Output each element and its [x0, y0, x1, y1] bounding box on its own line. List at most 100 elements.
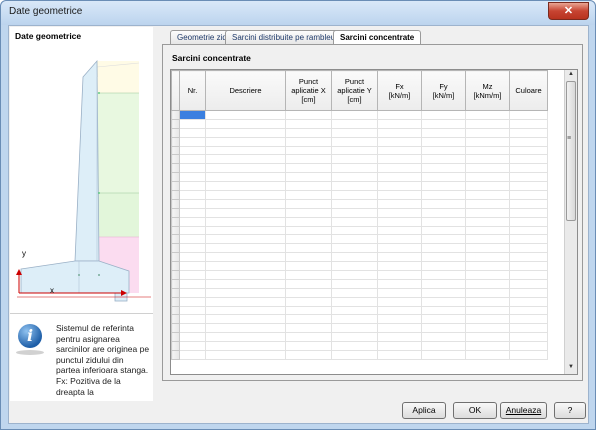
- grid-cell[interactable]: [465, 145, 510, 156]
- grid-cell[interactable]: [179, 234, 206, 245]
- grid-cell[interactable]: [285, 296, 332, 307]
- grid-cell[interactable]: [331, 332, 378, 343]
- grid-cell[interactable]: [331, 278, 378, 289]
- grid-cell[interactable]: [377, 341, 422, 352]
- grid-cell[interactable]: [377, 110, 422, 120]
- grid-cell[interactable]: [421, 314, 466, 325]
- row-header[interactable]: [171, 261, 180, 272]
- grid-cell[interactable]: [331, 243, 378, 254]
- grid-cell[interactable]: [377, 350, 422, 360]
- grid-cell[interactable]: [377, 172, 422, 183]
- grid-cell[interactable]: [509, 181, 548, 192]
- row-header[interactable]: [171, 323, 180, 334]
- grid-cell[interactable]: [179, 118, 206, 129]
- grid-cell[interactable]: [421, 332, 466, 343]
- column-header[interactable]: Punct aplicatie X [cm]: [285, 70, 332, 111]
- grid-cell[interactable]: [205, 278, 286, 289]
- grid-cell[interactable]: [179, 127, 206, 138]
- grid-cell[interactable]: [205, 190, 286, 200]
- grid-cell[interactable]: [179, 270, 206, 280]
- grid-cell[interactable]: [421, 145, 466, 156]
- table-row[interactable]: [171, 270, 548, 280]
- grid-cell[interactable]: [205, 225, 286, 236]
- grid-cell[interactable]: [331, 154, 378, 165]
- grid-cell[interactable]: [285, 278, 332, 289]
- grid-cell[interactable]: [377, 207, 422, 218]
- row-header[interactable]: [171, 243, 180, 254]
- grid-cell[interactable]: [179, 145, 206, 156]
- grid-cell[interactable]: [205, 154, 286, 165]
- grid-cell[interactable]: [331, 127, 378, 138]
- grid-cell[interactable]: [509, 225, 548, 236]
- grid-cell[interactable]: [465, 110, 510, 120]
- grid-cell[interactable]: [179, 181, 206, 192]
- grid-cell[interactable]: [421, 127, 466, 138]
- table-row[interactable]: [171, 287, 548, 298]
- grid-cell[interactable]: [331, 296, 378, 307]
- grid-cell[interactable]: [285, 110, 332, 120]
- grid-cell[interactable]: [205, 181, 286, 192]
- grid-cell[interactable]: [331, 207, 378, 218]
- column-header[interactable]: Fx [kN/m]: [377, 70, 422, 111]
- grid-cell[interactable]: [465, 234, 510, 245]
- table-row[interactable]: [171, 163, 548, 174]
- grid-cell[interactable]: [377, 127, 422, 138]
- row-header[interactable]: [171, 163, 180, 174]
- table-row[interactable]: [171, 341, 548, 352]
- table-row[interactable]: [171, 136, 548, 147]
- grid-cell[interactable]: [205, 323, 286, 334]
- grid-cell[interactable]: [465, 207, 510, 218]
- table-row[interactable]: [171, 207, 548, 218]
- grid-cell[interactable]: [421, 136, 466, 147]
- grid-cell[interactable]: [509, 270, 548, 280]
- grid-cell[interactable]: [509, 118, 548, 129]
- grid-cell[interactable]: [509, 278, 548, 289]
- grid-cell[interactable]: [285, 207, 332, 218]
- grid-cell[interactable]: [377, 305, 422, 316]
- grid-cell[interactable]: [377, 190, 422, 200]
- row-header[interactable]: [171, 216, 180, 227]
- row-header[interactable]: [171, 154, 180, 165]
- table-row[interactable]: [171, 350, 548, 360]
- grid-cell[interactable]: [285, 305, 332, 316]
- table-row[interactable]: [171, 261, 548, 272]
- grid-cell[interactable]: [205, 296, 286, 307]
- grid-cell[interactable]: [509, 252, 548, 263]
- grid-cell[interactable]: [331, 252, 378, 263]
- grid-cell[interactable]: [377, 278, 422, 289]
- row-header[interactable]: [171, 252, 180, 263]
- table-row[interactable]: [171, 234, 548, 245]
- grid-cell[interactable]: [421, 198, 466, 209]
- table-row[interactable]: [171, 323, 548, 334]
- grid-cell[interactable]: [285, 350, 332, 360]
- grid-cell[interactable]: [179, 305, 206, 316]
- grid-cell[interactable]: [465, 163, 510, 174]
- loads-grid[interactable]: Nr. Descriere Punct aplicatie X [cm] Punct apl…: [170, 69, 578, 375]
- grid-cell[interactable]: [285, 181, 332, 192]
- grid-cell[interactable]: [509, 198, 548, 209]
- grid-cell[interactable]: [205, 243, 286, 254]
- grid-cell[interactable]: [179, 198, 206, 209]
- grid-cell[interactable]: [331, 261, 378, 272]
- grid-cell[interactable]: [421, 350, 466, 360]
- grid-cell[interactable]: [465, 270, 510, 280]
- grid-cell[interactable]: [465, 127, 510, 138]
- row-header[interactable]: [171, 225, 180, 236]
- column-header[interactable]: Fy [kN/m]: [421, 70, 466, 111]
- row-header[interactable]: [171, 181, 180, 192]
- grid-cell[interactable]: [377, 323, 422, 334]
- grid-cell[interactable]: [285, 225, 332, 236]
- grid-cell[interactable]: [377, 225, 422, 236]
- grid-cell[interactable]: [331, 190, 378, 200]
- scroll-down-icon[interactable]: ▼: [568, 364, 574, 370]
- grid-cell[interactable]: [179, 332, 206, 343]
- row-header[interactable]: [171, 172, 180, 183]
- grid-cell[interactable]: [421, 341, 466, 352]
- grid-cell[interactable]: [509, 145, 548, 156]
- grid-cell[interactable]: [509, 287, 548, 298]
- scroll-thumb[interactable]: [566, 81, 576, 221]
- grid-cell[interactable]: [377, 287, 422, 298]
- grid-cell[interactable]: [421, 305, 466, 316]
- table-row[interactable]: [171, 296, 548, 307]
- grid-cell[interactable]: [205, 305, 286, 316]
